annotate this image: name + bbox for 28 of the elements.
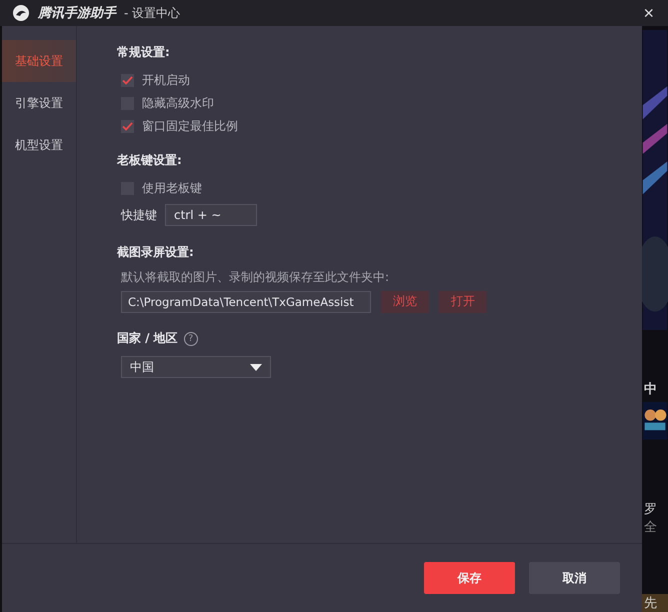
section-heading: 老板键设置: <box>117 152 183 169</box>
region-dropdown[interactable]: 中国 <box>121 356 271 378</box>
section-heading: 国家 / 地区 <box>117 330 178 347</box>
logo-icon <box>12 4 30 22</box>
checkbox-label: 使用老板键 <box>142 180 202 197</box>
game-subtitle: 全 <box>643 519 658 536</box>
section-heading: 常规设置: <box>117 44 171 61</box>
path-field[interactable]: C:\ProgramData\Tencent\TxGameAssist <box>121 290 371 312</box>
checkbox-label: 窗口固定最佳比例 <box>142 118 238 135</box>
game-title: 罗 <box>643 501 658 518</box>
window-title: - 设置中心 <box>124 4 182 22</box>
section-heading: 截图录屏设置: <box>117 244 195 261</box>
shortcut-label: 快捷键 <box>121 206 157 224</box>
banner-text: 中 <box>643 381 658 398</box>
close-button[interactable]: × <box>639 4 658 22</box>
help-icon[interactable]: ? <box>184 332 198 346</box>
sidebar-item[interactable]: 引擎设置 <box>2 82 76 124</box>
checkbox-label: 开机启动 <box>142 72 190 89</box>
cancel-button[interactable]: 取消 <box>529 562 620 594</box>
game-label: 先 <box>642 594 668 612</box>
checkbox-label: 隐藏高级水印 <box>142 95 214 112</box>
sidebar-item[interactable]: 机型设置 <box>2 124 76 166</box>
shortcut-field[interactable]: ctrl + ~ <box>165 204 257 226</box>
folder-description: 默认将截取的图片、录制的视频保存至此文件夹中: <box>121 269 390 286</box>
checkbox[interactable] <box>121 120 134 133</box>
app-name: 腾讯手游助手 <box>38 4 116 22</box>
checkbox[interactable] <box>121 74 134 87</box>
caret-icon <box>250 364 262 370</box>
